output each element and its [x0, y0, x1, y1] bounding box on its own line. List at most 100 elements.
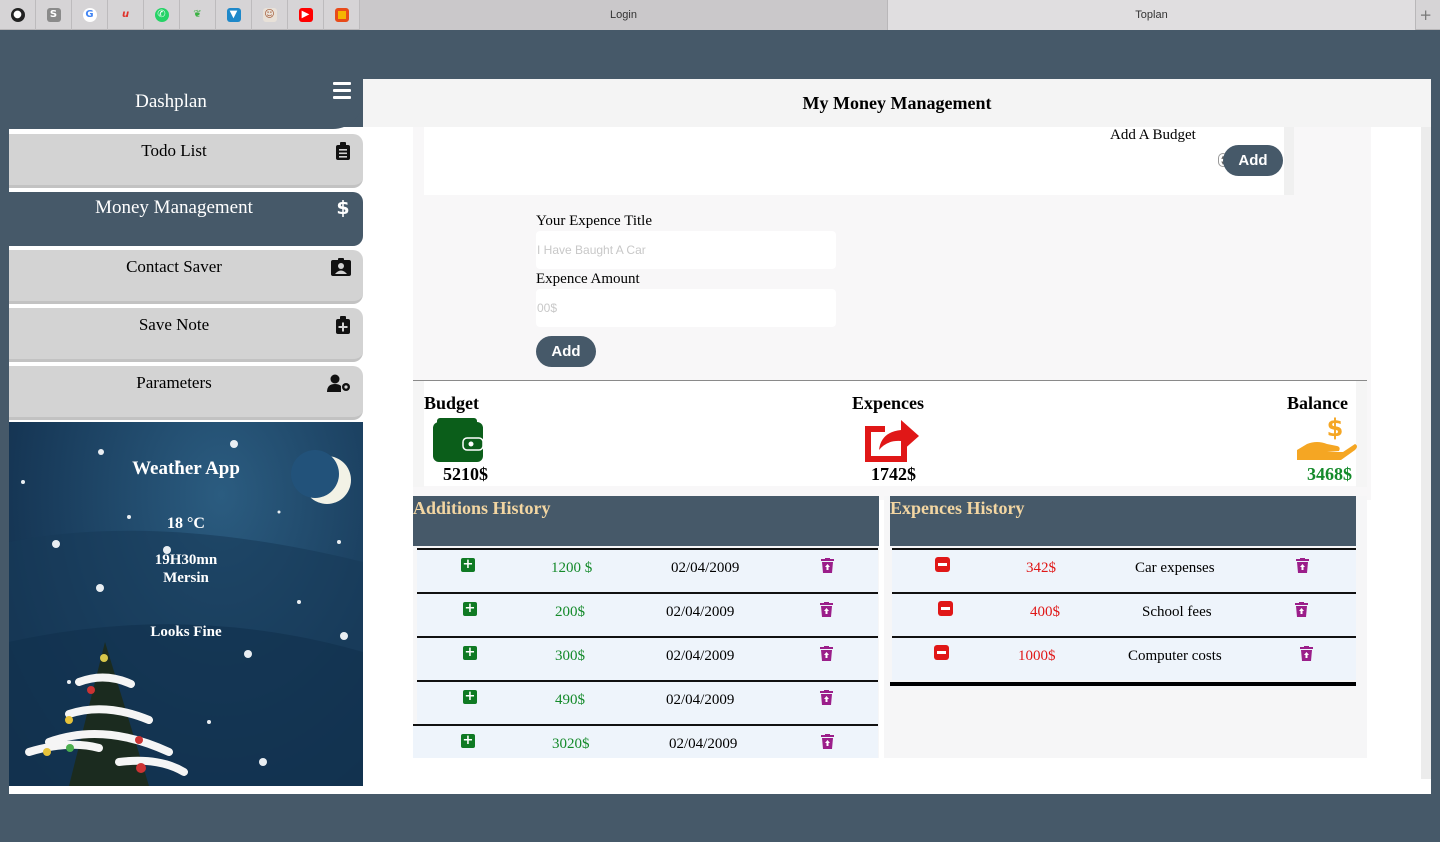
- delete-trash-icon[interactable]: [820, 646, 833, 661]
- delete-trash-icon[interactable]: [820, 602, 833, 617]
- table-row: 400$ School fees: [892, 592, 1356, 636]
- sidebar-item-label: Parameters: [136, 373, 212, 392]
- minus-icon: [934, 645, 949, 660]
- additions-history-panel: Additions History + 1200 $ 02/04/2009 + …: [413, 496, 879, 758]
- tab-toplan[interactable]: Toplan: [888, 0, 1416, 30]
- additions-history-title: Additions History: [413, 496, 879, 546]
- budget-label: Budget: [424, 393, 480, 413]
- expense-title: Computer costs: [1128, 648, 1222, 664]
- wallet-icon: [433, 418, 483, 462]
- sidebar-item-todo-list[interactable]: Todo List: [9, 134, 363, 188]
- pinned-favicons: ● S G u ✆ ❦ ▼ ☺ ▶: [0, 0, 360, 30]
- user-gear-icon: [327, 374, 350, 392]
- table-row: + 1200 $ 02/04/2009: [417, 548, 878, 592]
- table-row: 1000$ Computer costs: [892, 636, 1356, 680]
- expenses-history-title: Expences History: [890, 496, 1356, 546]
- sidebar-item-parameters[interactable]: Parameters: [9, 366, 363, 420]
- delete-trash-icon[interactable]: [821, 558, 834, 573]
- svg-text:$: $: [336, 197, 349, 217]
- expense-title: Car expenses: [1135, 560, 1215, 576]
- scrollbar[interactable]: [1421, 127, 1431, 779]
- budget-input[interactable]: [784, 145, 1204, 175]
- weather-widget: Weather App 18 °C 19H30mn Mersin Looks F…: [9, 422, 363, 786]
- minus-icon: [935, 557, 950, 572]
- new-tab-button[interactable]: +: [1416, 0, 1440, 29]
- add-budget-label: Add A Budget: [1110, 127, 1196, 143]
- delete-trash-icon[interactable]: [1296, 558, 1309, 573]
- brand-title: Dashplan: [135, 91, 207, 112]
- add-expense-button[interactable]: Add: [536, 336, 596, 367]
- clipboard-list-icon: [336, 142, 350, 160]
- weather-temperature: 18 °C: [167, 515, 205, 532]
- weather-city: Mersin: [163, 570, 209, 586]
- add-budget-form: Add A Budget ▴▾: [424, 127, 1284, 195]
- table-row: + 300$ 02/04/2009: [417, 636, 878, 680]
- expense-amount: 400$: [1030, 604, 1060, 620]
- vcard-icon[interactable]: ▼: [216, 0, 252, 30]
- sidebar-item-save-note[interactable]: Save Note: [9, 308, 363, 362]
- expense-amount: 342$: [1026, 560, 1056, 576]
- s-icon[interactable]: S: [36, 0, 72, 30]
- balance-value: 3468$: [1307, 464, 1352, 484]
- sidebar-item-contact-saver[interactable]: Contact Saver: [9, 250, 363, 304]
- weather-status: Looks Fine: [150, 624, 222, 640]
- google-icon[interactable]: G: [72, 0, 108, 30]
- tab-login[interactable]: Login: [360, 0, 888, 30]
- delete-trash-icon[interactable]: [1300, 646, 1313, 661]
- sidebar-item-money-management[interactable]: Money Management $: [9, 192, 363, 246]
- addition-date: 02/04/2009: [669, 736, 738, 752]
- plus-icon: +: [463, 689, 477, 704]
- expense-amount-label: Expence Amount: [536, 271, 640, 287]
- table-row: + 490$ 02/04/2009: [417, 680, 878, 724]
- plus-icon: +: [463, 601, 477, 616]
- expense-title-label: Your Expence Title: [536, 213, 652, 229]
- dollar-icon: $: [336, 197, 349, 217]
- slides-icon[interactable]: [324, 0, 360, 30]
- addition-date: 02/04/2009: [666, 648, 735, 664]
- page-header: My Money Management: [363, 79, 1431, 127]
- hamburger-menu-icon[interactable]: [333, 82, 351, 103]
- budget-value: 5210$: [443, 464, 488, 484]
- page-title: My Money Management: [802, 92, 992, 113]
- table-row: + 3020$ 02/04/2009: [413, 724, 878, 758]
- sidebar-item-label: Todo List: [141, 141, 207, 160]
- hand-dollar-icon: $: [1297, 414, 1357, 460]
- expense-title: School fees: [1142, 604, 1212, 620]
- table-row: 342$ Car expenses: [892, 548, 1356, 592]
- plus-icon: +: [461, 733, 475, 748]
- table-bottom-border: [890, 682, 1356, 686]
- app-page: Dashplan My Money Management Todo List M…: [0, 30, 1440, 794]
- whatsapp-icon[interactable]: ✆: [144, 0, 180, 30]
- addition-amount: 200$: [555, 604, 585, 620]
- addition-amount: 490$: [555, 692, 585, 708]
- sidebar-header: Dashplan: [9, 79, 363, 129]
- expenses-label: Expences: [852, 393, 924, 413]
- summary-stats: Budget 5210$ Expences 1742$ Balance $ 34…: [413, 380, 1367, 487]
- add-budget-button[interactable]: Add: [1223, 145, 1283, 176]
- balance-label: Balance: [1287, 393, 1348, 413]
- addition-date: 02/04/2009: [671, 560, 740, 576]
- share-export-icon: [865, 420, 919, 462]
- youtube-icon[interactable]: ▶: [288, 0, 324, 30]
- github-icon[interactable]: ●: [0, 0, 36, 30]
- leaf-icon[interactable]: ❦: [180, 0, 216, 30]
- addition-amount: 1200 $: [551, 560, 593, 576]
- clipboard-plus-icon: [336, 316, 350, 334]
- table-row: + 200$ 02/04/2009: [417, 592, 878, 636]
- expenses-value: 1742$: [871, 464, 916, 484]
- addition-date: 02/04/2009: [666, 692, 735, 708]
- expense-amount-input[interactable]: 00$: [536, 289, 836, 327]
- addition-amount: 300$: [555, 648, 585, 664]
- delete-trash-icon[interactable]: [821, 734, 834, 749]
- weather-title: Weather App: [132, 458, 240, 479]
- delete-trash-icon[interactable]: [820, 690, 833, 705]
- delete-trash-icon[interactable]: [1295, 602, 1308, 617]
- browser-tab-bar: ● S G u ✆ ❦ ▼ ☺ ▶ Login Toplan +: [0, 0, 1440, 30]
- expenses-history-panel: Expences History 342$ Car expenses 400$ …: [884, 496, 1367, 758]
- u-icon[interactable]: u: [108, 0, 144, 30]
- minus-icon: [938, 601, 953, 616]
- sidebar-item-label: Save Note: [138, 315, 210, 334]
- expense-title-input[interactable]: I Have Baught A Car: [536, 231, 836, 269]
- addition-amount: 3020$: [552, 736, 590, 752]
- profile-icon[interactable]: ☺: [252, 0, 288, 30]
